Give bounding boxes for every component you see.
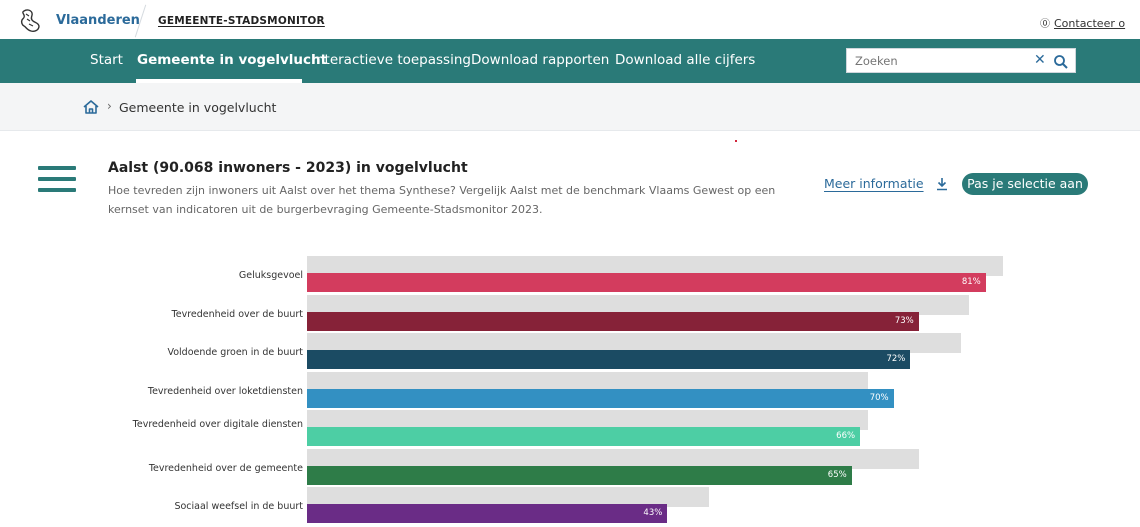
bar-value-label: 81% [961, 277, 981, 287]
chart-row: Tevredenheid over de gemeente 65% [0, 448, 1140, 489]
value-bar[interactable]: 72% [307, 350, 911, 369]
menu-icon[interactable] [38, 166, 76, 192]
value-bar[interactable]: 70% [307, 388, 894, 408]
breadcrumb-current: Gemeente in vogelvlucht [119, 100, 277, 115]
chart-category-label: Tevredenheid over loketdiensten [147, 385, 303, 397]
value-bar[interactable]: 73% [307, 311, 919, 331]
vlaanderen-lion-logo[interactable] [18, 8, 42, 34]
value-bar[interactable]: 43% [307, 504, 668, 523]
page-description: Hoe tevreden zijn inwoners uit Aalst ove… [108, 184, 776, 216]
site-name[interactable]: GEMEENTE-STADSMONITOR [158, 15, 325, 27]
contact-link[interactable]: ⓪ Contacteer o [1040, 15, 1125, 30]
contact-label: Contacteer o [1054, 17, 1126, 30]
adjust-selection-button[interactable]: Pas je selectie aan [962, 173, 1088, 195]
chart-category-label: Tevredenheid over de gemeente [148, 462, 303, 474]
help-icon: ⓪ [1040, 19, 1050, 30]
chart-category-label: Geluksgevoel [238, 270, 303, 281]
nav-item-interactieve-toepassing[interactable]: Interactieve toepassing [312, 52, 471, 68]
nav-item-start[interactable]: Start [90, 52, 123, 68]
bar-value-label: 65% [827, 469, 847, 480]
bar-chart: Geluksgevoel 81% Tevredenheid over de buur… [0, 250, 1140, 523]
bar-value-label: 43% [643, 508, 663, 518]
chart-row: Sociaal weefsel in de buurt 43% [0, 487, 1140, 527]
chart-row: Voldoende groen in de buurt 72% [0, 333, 1140, 373]
search-input[interactable] [855, 54, 1015, 68]
chart-category-label: Voldoende groen in de buurt [167, 347, 303, 358]
chart-row: Geluksgevoel 81% [0, 256, 1140, 296]
chart-category-label: Sociaal weefsel in de buurt [174, 501, 303, 512]
bar-value-label: 66% [836, 431, 856, 441]
value-bar[interactable]: 81% [307, 273, 986, 292]
search-box: ✕ [846, 48, 1076, 73]
nav-item-download-alle-cijfers[interactable]: Download alle cijfers [615, 52, 755, 68]
nav-item-gemeente-in-vogelvlucht[interactable]: Gemeente in vogelvlucht [137, 52, 327, 68]
chart-row: Tevredenheid over digitale diensten 66% [0, 410, 1140, 450]
value-bar[interactable]: 65% [307, 465, 852, 485]
search-icon[interactable] [1053, 54, 1069, 70]
chart-category-label: Tevredenheid over digitale diensten [132, 419, 303, 430]
download-icon[interactable] [936, 177, 948, 191]
clear-icon[interactable]: ✕ [1034, 52, 1046, 68]
value-bar[interactable]: 66% [307, 427, 861, 446]
bar-value-label: 73% [894, 315, 914, 326]
chart-row: Tevredenheid over de buurt 73% [0, 294, 1140, 335]
bar-value-label: 70% [869, 392, 889, 403]
bar-value-label: 72% [886, 354, 906, 364]
home-icon[interactable] [82, 99, 100, 115]
chart-row: Tevredenheid over loketdiensten 70% [0, 371, 1140, 412]
chevron-right-icon: › [107, 99, 112, 113]
more-info-link[interactable]: Meer informatie [824, 176, 924, 191]
brand-name[interactable]: Vlaanderen [56, 13, 140, 28]
decorative-dot [735, 140, 737, 142]
page-title: Aalst (90.068 inwoners - 2023) in vogelv… [108, 160, 468, 176]
nav-item-download-rapporten[interactable]: Download rapporten [471, 52, 609, 68]
chart-category-label: Tevredenheid over de buurt [171, 308, 303, 320]
top-bar: Vlaanderen GEMEENTE-STADSMONITOR ⓪ Contac… [0, 0, 1140, 44]
